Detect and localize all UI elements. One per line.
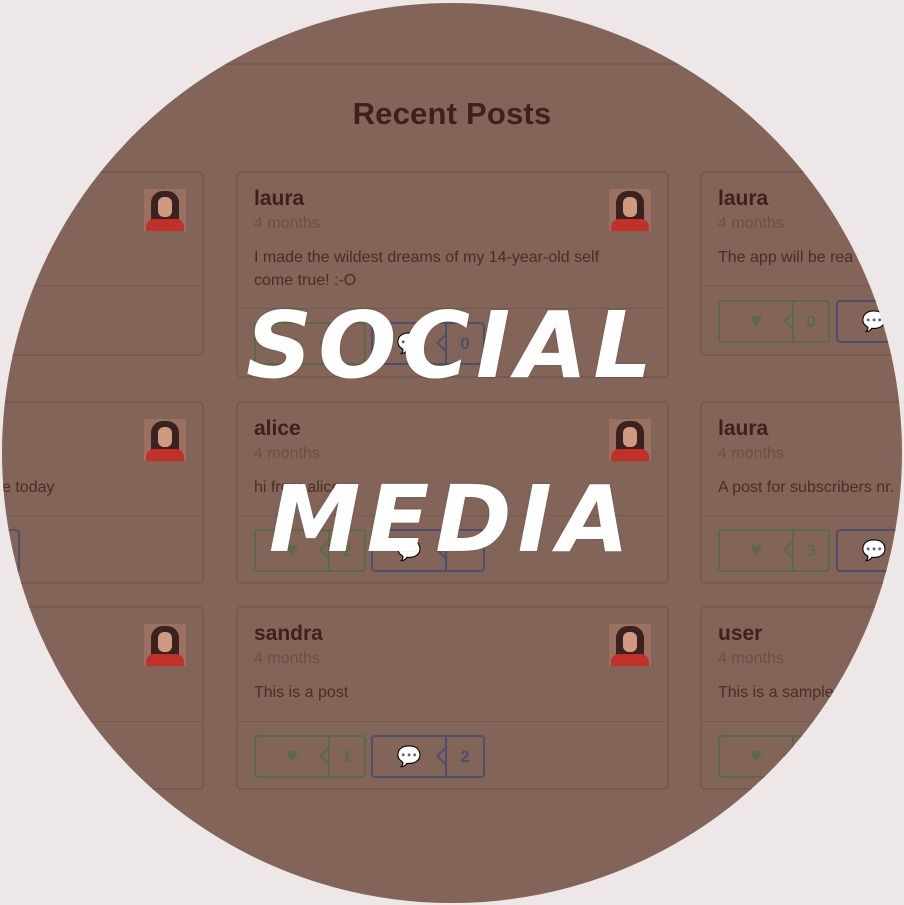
post-author[interactable]: sandra <box>254 622 323 646</box>
post-card <box>2 606 204 790</box>
header-divider <box>2 63 902 65</box>
avatar[interactable] <box>609 624 651 666</box>
post-author[interactable]: laura <box>718 417 768 441</box>
avatar[interactable] <box>144 419 186 461</box>
comment-button[interactable]: 💬 2 <box>371 735 485 778</box>
card-divider <box>2 721 202 722</box>
overlay-title-line1: SOCIAL <box>245 292 659 399</box>
post-time: 4 months <box>718 445 784 462</box>
avatar[interactable] <box>144 624 186 666</box>
avatar[interactable] <box>609 189 651 231</box>
post-card: user 4 months This is a sample ♥ <box>700 606 902 790</box>
post-text: This is a post <box>254 684 349 701</box>
avatar[interactable] <box>609 419 651 461</box>
post-time: 4 months <box>718 650 784 667</box>
post-text: The app will be rea <box>718 249 854 266</box>
heart-icon: ♥ <box>286 745 298 767</box>
card-divider <box>2 285 202 286</box>
post-time: 4 months <box>254 215 320 232</box>
card-divider <box>702 285 902 286</box>
card-divider <box>238 721 667 722</box>
post-author[interactable]: laura <box>718 187 768 211</box>
overlay-title-line2: MEDIA <box>268 466 636 573</box>
post-card: sandra 4 months This is a post ♥ 1 💬 2 <box>236 606 669 790</box>
like-count: 1 <box>342 746 352 766</box>
post-author[interactable]: user <box>718 622 762 646</box>
comment-count: 2 <box>460 746 470 766</box>
like-button[interactable]: ♥ 1 <box>254 735 366 778</box>
heart-icon: ♥ <box>750 745 762 767</box>
post-time: 4 months <box>718 215 784 232</box>
post-time: 4 months <box>254 650 320 667</box>
circular-frame: Recent Posts 💬 laura 4 months I made the… <box>2 3 902 903</box>
comments-icon: 💬 <box>396 746 422 768</box>
post-author[interactable]: alice <box>254 417 301 441</box>
post-time: 4 months <box>254 445 320 462</box>
post-text: I made the wildest dreams of my 14-year-… <box>254 249 600 289</box>
post-author[interactable]: laura <box>254 187 304 211</box>
feed-page: Recent Posts 💬 laura 4 months I made the… <box>2 3 902 903</box>
page-title: Recent Posts <box>352 96 552 131</box>
card-divider <box>702 721 902 722</box>
like-count <box>794 737 828 776</box>
like-button[interactable]: ♥ <box>718 735 830 778</box>
avatar[interactable] <box>144 189 186 231</box>
post-text: This is a sample <box>718 684 834 701</box>
